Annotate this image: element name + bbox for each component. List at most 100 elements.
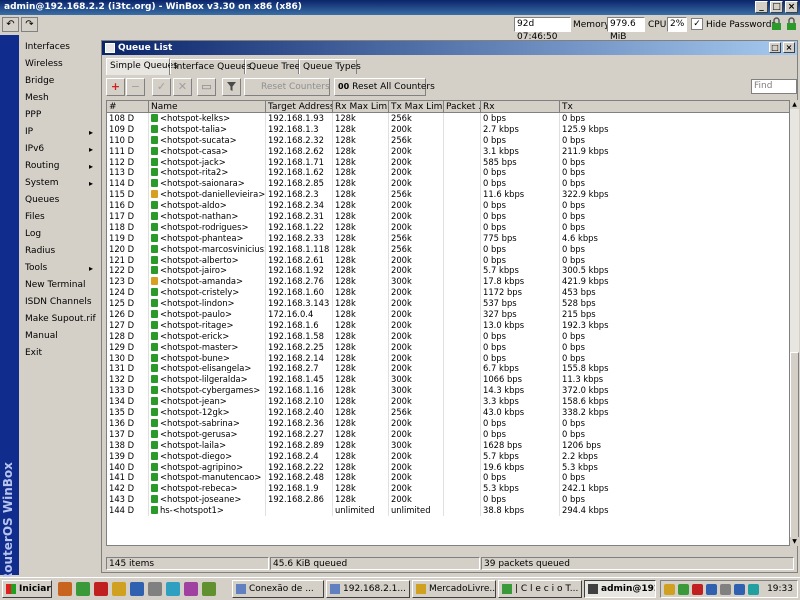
tray-icon[interactable]	[678, 584, 689, 595]
col-rx-max-limit-header[interactable]: Rx Max Limit	[333, 101, 389, 113]
disable-button[interactable]: ✕	[173, 78, 192, 96]
app-icon[interactable]	[166, 582, 180, 596]
table-row[interactable]: 115 D <hotspot-daniellevieira> 192.168.2.3…	[107, 189, 789, 201]
col-rx-header[interactable]: Rx	[481, 101, 560, 113]
table-row[interactable]: 129 D <hotspot-master> 192.168.2.25 128k 200…	[107, 341, 789, 353]
window-titlebar[interactable]: admin@192.168.2.2 (i3tc.org) - WinBox v3…	[0, 0, 800, 15]
table-row[interactable]: 130 D <hotspot-bune> 192.168.2.14 128k 200k 0…	[107, 352, 789, 364]
sidebar-item-radius[interactable]: Radius	[19, 243, 97, 260]
table-row[interactable]: 114 D <hotspot-saionara> 192.168.2.85 128k 2…	[107, 178, 789, 190]
table-row[interactable]: 139 D <hotspot-diego> 192.168.2.4 128k 200k 5…	[107, 450, 789, 462]
sidebar-item-interfaces[interactable]: Interfaces	[19, 39, 97, 56]
sidebar-item-mesh[interactable]: Mesh	[19, 90, 97, 107]
redo-button[interactable]: ↷	[21, 17, 38, 32]
table-row[interactable]: 137 D <hotspot-gerusa> 192.168.2.27 128k 200…	[107, 428, 789, 440]
table-row[interactable]: 142 D <hotspot-rebeca> 192.168.1.9 128k 200k…	[107, 483, 789, 495]
firefox-icon[interactable]	[58, 582, 72, 596]
sidebar-item-manual[interactable]: Manual	[19, 328, 97, 345]
app-icon[interactable]	[184, 582, 198, 596]
maximize-button[interactable]: □	[770, 1, 783, 13]
table-row[interactable]: 122 D <hotspot-jairo> 192.168.1.92 128k 200k…	[107, 265, 789, 277]
table-row[interactable]: 127 D <hotspot-ritage> 192.168.1.6 128k 200k…	[107, 319, 789, 331]
sidebar-item-system[interactable]: System ▸	[19, 175, 97, 192]
sidebar-item-ppp[interactable]: PPP	[19, 107, 97, 124]
table-row[interactable]: 131 D <hotspot-elisangela> 192.168.2.7 128k…	[107, 363, 789, 375]
tray-icon[interactable]	[720, 584, 731, 595]
scroll-up-icon[interactable]: ▲	[790, 100, 799, 109]
col-packet-marks-header[interactable]: Packet ...	[444, 101, 481, 113]
table-row[interactable]: 119 D <hotspot-phantea> 192.168.2.33 128k 25…	[107, 232, 789, 244]
tab-queue-tree[interactable]: Queue Tree	[245, 59, 300, 74]
table-row[interactable]: 113 D <hotspot-rita2> 192.168.1.62 128k 200k…	[107, 167, 789, 179]
queue-close-button[interactable]: ×	[783, 42, 795, 53]
scroll-thumb[interactable]	[790, 352, 799, 542]
undo-button[interactable]: ↶	[2, 17, 19, 32]
col-tx-header[interactable]: Tx	[560, 101, 789, 113]
table-row[interactable]: 123 D <hotspot-amanda> 192.168.2.76 128k 300…	[107, 276, 789, 288]
tab-simple-queues[interactable]: Simple Queues	[106, 58, 178, 75]
tray-icon[interactable]	[734, 584, 745, 595]
sidebar-item-ip[interactable]: IP ▸	[19, 124, 97, 141]
table-row[interactable]: 124 D <hotspot-cristely> 192.168.1.60 128k 2…	[107, 287, 789, 299]
queue-maximize-button[interactable]: □	[769, 42, 781, 53]
table-row[interactable]: 143 D <hotspot-joseane> 192.168.2.86 128k 20…	[107, 494, 789, 506]
table-row[interactable]: 126 D <hotspot-paulo> 172.16.0.4 128k 200k 32…	[107, 309, 789, 320]
app-icon[interactable]	[76, 582, 90, 596]
remove-button[interactable]: −	[126, 78, 145, 96]
table-row[interactable]: 125 D <hotspot-lindon> 192.168.3.143 128k 20…	[107, 298, 789, 310]
vertical-scrollbar[interactable]: ▲ ▼	[790, 100, 799, 546]
filter-button[interactable]	[222, 78, 241, 96]
task-clecio[interactable]: | C l e c i o T...	[498, 580, 582, 598]
sidebar-item-bridge[interactable]: Bridge	[19, 73, 97, 90]
sidebar-item-isdn-channels[interactable]: ISDN Channels	[19, 294, 97, 311]
tray-icon[interactable]	[692, 584, 703, 595]
scroll-down-icon[interactable]: ▼	[790, 537, 799, 546]
reset-all-counters-button[interactable]: 00 Reset All Counters	[334, 78, 435, 96]
tray-icon[interactable]	[748, 584, 759, 595]
table-row[interactable]: 133 D <hotspot-cybergames> 192.168.1.16 128…	[107, 385, 789, 397]
table-row[interactable]: 136 D <hotspot-sabrina> 192.168.2.36 128k 20…	[107, 417, 789, 429]
table-row[interactable]: 111 D <hotspot-casa> 192.168.2.62 128k 200k 3…	[107, 145, 789, 157]
sidebar-item-make-supout-rif[interactable]: Make Supout.rif	[19, 311, 97, 328]
table-row[interactable]: 112 D <hotspot-jack> 192.168.1.71 128k 200k 5…	[107, 156, 789, 168]
comment-button[interactable]: ▭	[197, 78, 216, 96]
add-button[interactable]: +	[106, 78, 125, 96]
tray-icon[interactable]	[706, 584, 717, 595]
sidebar-item-log[interactable]: Log	[19, 226, 97, 243]
sidebar-item-exit[interactable]: Exit	[19, 345, 97, 362]
table-row[interactable]: 118 D <hotspot-rodrigues> 192.168.1.22 128k…	[107, 221, 789, 233]
col-name-header[interactable]: Name	[149, 101, 266, 113]
table-row[interactable]: 128 D <hotspot-erick> 192.168.1.58 128k 200k…	[107, 330, 789, 342]
sidebar-item-queues[interactable]: Queues	[19, 192, 97, 209]
sidebar-item-files[interactable]: Files	[19, 209, 97, 226]
sidebar-item-tools[interactable]: Tools ▸	[19, 260, 97, 277]
task-mercadolivre[interactable]: MercadoLivre...	[412, 580, 496, 598]
sidebar-item-wireless[interactable]: Wireless	[19, 56, 97, 73]
enable-button[interactable]: ✓	[152, 78, 171, 96]
app-icon[interactable]	[202, 582, 216, 596]
task-conexao[interactable]: Conexão de ...	[232, 580, 324, 598]
table-row[interactable]: 134 D <hotspot-jean> 192.168.2.10 128k 200k 3…	[107, 396, 789, 408]
minimize-button[interactable]: _	[755, 1, 768, 13]
table-row[interactable]: 108 D <hotspot-kelks> 192.168.1.93 128k 256k…	[107, 113, 789, 124]
task-winbox[interactable]: admin@192.16...	[584, 580, 656, 598]
find-input[interactable]: Find	[751, 79, 797, 94]
start-button[interactable]: Iniciar	[2, 580, 52, 598]
tab-queue-types[interactable]: Queue Types	[299, 59, 361, 74]
table-row[interactable]: 138 D <hotspot-laila> 192.168.2.89 128k 300k…	[107, 439, 789, 451]
hide-passwords-checkbox[interactable]: ✓	[691, 18, 703, 30]
sidebar-item-routing[interactable]: Routing ▸	[19, 158, 97, 175]
table-row[interactable]: 110 D <hotspot-sucata> 192.168.2.32 128k 256…	[107, 134, 789, 146]
table-row[interactable]: 109 D <hotspot-talia> 192.168.1.3 128k 200k 2…	[107, 123, 789, 135]
col-target-address-header[interactable]: Target Address	[266, 101, 333, 113]
tray-icon[interactable]	[664, 584, 675, 595]
table-row[interactable]: 140 D <hotspot-agripino> 192.168.2.22 128k 2…	[107, 461, 789, 473]
table-row[interactable]: 120 D <hotspot-marcosvinicius> 192.168.1.1…	[107, 243, 789, 255]
app-icon[interactable]	[94, 582, 108, 596]
app-icon[interactable]	[130, 582, 144, 596]
table-row[interactable]: 141 D <hotspot-manutencao> 192.168.2.48 128…	[107, 472, 789, 484]
table-row[interactable]: 135 D <hotspot-12gk> 192.168.2.40 128k 256k 4…	[107, 407, 789, 418]
sidebar-item-ipv6[interactable]: IPv6 ▸	[19, 141, 97, 158]
queue-list-titlebar[interactable]: Queue List □ ×	[102, 41, 797, 55]
app-icon[interactable]	[112, 582, 126, 596]
